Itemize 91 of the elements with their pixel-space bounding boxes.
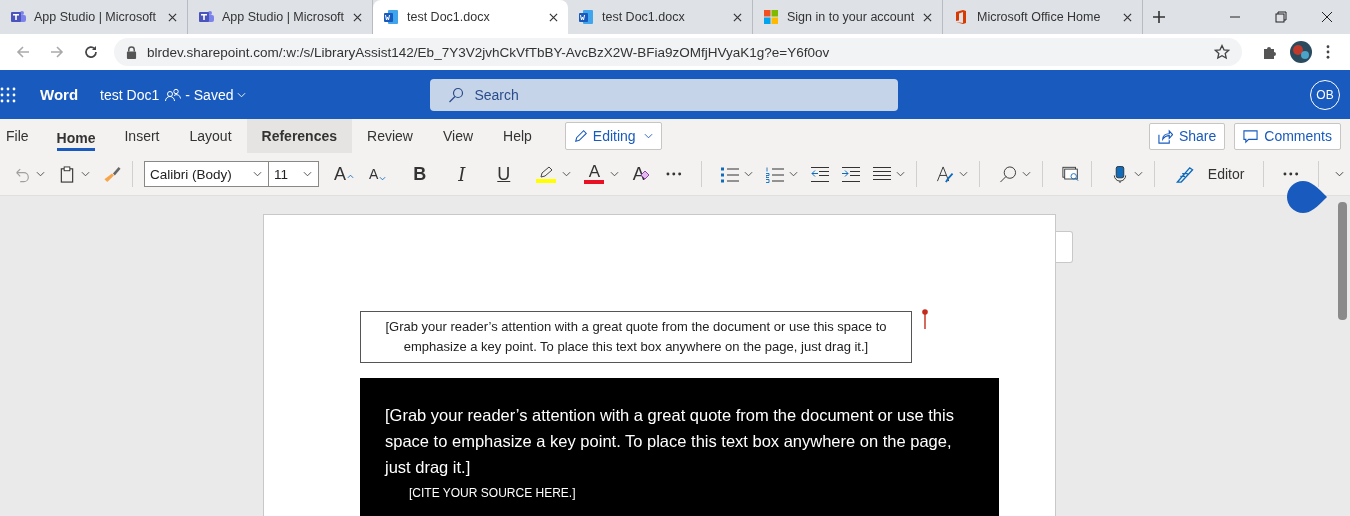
search-icon[interactable] xyxy=(998,165,1017,183)
decrease-indent-icon[interactable] xyxy=(811,165,829,183)
highlighter-icon xyxy=(538,165,554,179)
restore-icon[interactable] xyxy=(1275,11,1287,23)
caret-up-icon xyxy=(347,173,355,179)
font-size-dropdown[interactable]: 11 xyxy=(268,161,320,187)
search-field[interactable]: Search xyxy=(430,78,899,111)
ribbon-tab[interactable]: Help xyxy=(488,119,547,153)
close-icon[interactable] xyxy=(353,12,362,22)
ribbon-tab[interactable]: File xyxy=(0,119,55,153)
editor-button[interactable]: Editor xyxy=(1165,165,1253,183)
drop-marker-icon[interactable] xyxy=(1287,181,1327,213)
windows-logo-icon xyxy=(763,9,779,25)
office-icon xyxy=(953,9,969,25)
bold-button[interactable]: B xyxy=(401,163,439,185)
pull-quote-text-box[interactable]: [Grab your reader’s attention with a great quote from the document or use this space to emphasize a key point. To place this text box anywhere on the page, just drag it.] xyxy=(360,311,912,363)
chevron-down-icon[interactable] xyxy=(789,171,798,177)
pin-icon xyxy=(922,309,928,329)
browser-tab[interactable]: test Doc1.docx xyxy=(373,0,568,34)
puzzle-icon[interactable] xyxy=(1262,44,1278,60)
close-icon[interactable] xyxy=(923,12,932,22)
chevron-down-icon xyxy=(303,171,313,177)
numbered-list-icon[interactable] xyxy=(766,165,784,183)
teams-icon xyxy=(10,9,26,25)
close-icon[interactable] xyxy=(1321,11,1333,23)
close-icon[interactable] xyxy=(1123,12,1132,22)
avatar-icon[interactable] xyxy=(1290,41,1312,63)
bullet-list-icon[interactable] xyxy=(721,165,739,183)
comments-button[interactable]: Comments xyxy=(1234,122,1341,150)
search-icon xyxy=(448,86,465,103)
increase-indent-icon[interactable] xyxy=(842,165,860,183)
close-icon[interactable] xyxy=(733,12,742,22)
reload-icon[interactable] xyxy=(83,44,99,60)
more-icon[interactable] xyxy=(1326,45,1330,59)
teams-icon xyxy=(198,9,214,25)
comment-marker[interactable] xyxy=(1056,231,1073,263)
font-color-button[interactable]: A xyxy=(583,164,606,184)
close-icon[interactable] xyxy=(168,12,177,22)
share-button[interactable]: Share xyxy=(1148,122,1226,150)
chevron-down-icon[interactable] xyxy=(744,171,753,177)
new-tab-icon[interactable] xyxy=(1153,11,1165,23)
grow-font-button[interactable]: A xyxy=(334,163,355,185)
ribbon-tab[interactable]: Insert xyxy=(109,119,175,153)
ribbon-tab[interactable]: Layout xyxy=(174,119,247,153)
chevron-down-icon[interactable] xyxy=(610,171,620,177)
highlight-button[interactable] xyxy=(535,165,557,183)
shrink-font-button[interactable]: A xyxy=(359,166,397,182)
star-icon[interactable] xyxy=(1214,44,1230,60)
editor-pen-icon xyxy=(1175,165,1194,183)
share-icon xyxy=(1157,128,1173,144)
styles-icon[interactable] xyxy=(936,165,954,183)
clipboard-icon[interactable] xyxy=(58,165,76,183)
italic-button[interactable]: I xyxy=(443,163,481,185)
word-icon xyxy=(383,9,399,25)
align-icon[interactable] xyxy=(873,165,891,183)
lock-icon xyxy=(126,45,137,59)
close-icon[interactable] xyxy=(549,12,558,22)
chevron-down-icon[interactable] xyxy=(1334,171,1344,177)
comment-icon xyxy=(1243,128,1259,144)
citation-text: [CITE YOUR SOURCE HERE.] xyxy=(409,486,576,500)
chevron-down-icon[interactable] xyxy=(1133,171,1143,177)
font-dropdown[interactable]: Calibri (Body) xyxy=(143,161,270,187)
reuse-files-icon[interactable] xyxy=(1061,165,1080,183)
paintbrush-icon[interactable] xyxy=(103,165,121,183)
chevron-down-icon xyxy=(253,171,263,177)
chevron-down-icon[interactable] xyxy=(36,171,45,177)
editing-mode-button[interactable]: Editing xyxy=(564,122,662,150)
quote-text: [Grab your reader’s attention with a great quote from the document or use this space to emphasize a key point. To place this text box anywhere on the page, just drag it.] xyxy=(385,405,955,478)
quote-box[interactable]: [Grab your reader’s attention with a great quote from the document or use this space to emphasize a key point. To place this text box anywhere on the page, just drag it.] [CITE YOUR SOURCE HERE.] xyxy=(360,378,999,516)
chevron-down-icon[interactable] xyxy=(561,171,571,177)
word-icon xyxy=(578,9,594,25)
document-title[interactable]: test Doc1 xyxy=(100,86,160,103)
scrollbar-thumb[interactable] xyxy=(1338,202,1347,320)
ribbon-tab[interactable]: References xyxy=(246,119,353,153)
app-launcher-icon[interactable] xyxy=(0,86,16,103)
chevron-down-icon[interactable] xyxy=(81,171,90,177)
pencil-icon xyxy=(573,129,588,143)
chevron-down-icon[interactable] xyxy=(959,171,968,177)
more-icon[interactable] xyxy=(1283,172,1299,176)
ribbon-tab[interactable]: View xyxy=(427,119,489,153)
address-bar[interactable]: blrdev.sharepoint.com/:w:/s/LibraryAssist142/Eb_7Y3V2jvhCkVfTbBY-AvcBzX2W-BFia9zOMfjHVyaK1g?e=Y6f0ov xyxy=(114,38,1242,66)
more-icon[interactable] xyxy=(666,172,683,176)
caret-down-icon xyxy=(379,176,387,181)
app-name: Word xyxy=(40,86,79,103)
ribbon-tab[interactable]: Review xyxy=(352,119,428,153)
chevron-down-icon[interactable] xyxy=(896,171,905,177)
people-icon xyxy=(165,87,182,102)
chevron-down-icon[interactable] xyxy=(1021,171,1031,177)
save-status[interactable]: - Saved xyxy=(185,86,234,103)
underline-button[interactable]: U xyxy=(485,163,523,185)
chevron-down-icon xyxy=(643,133,653,139)
